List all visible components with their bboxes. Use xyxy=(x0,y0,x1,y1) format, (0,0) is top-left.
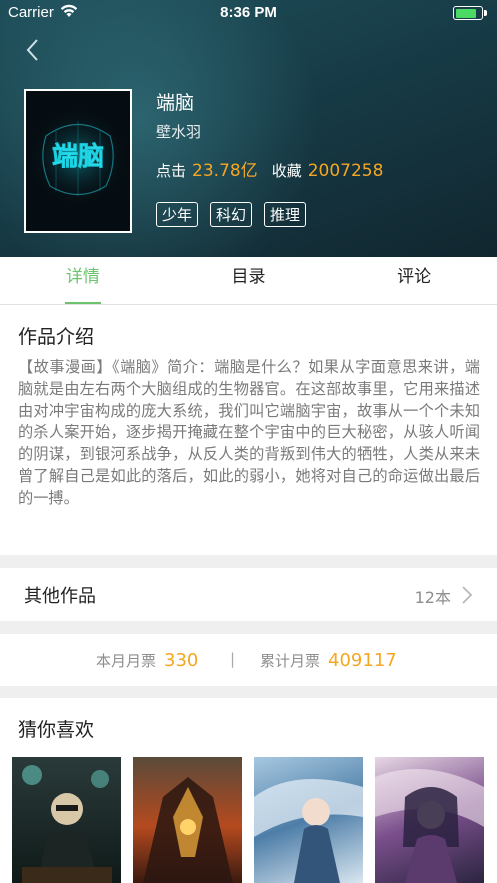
recommend-thumbnail[interactable] xyxy=(375,757,484,883)
book-stats: 点击 23.78亿 收藏 2007258 xyxy=(156,156,397,181)
cover-title: 端脑 xyxy=(52,142,104,172)
tab-details[interactable]: 详情 xyxy=(0,257,166,304)
thumbnail-art xyxy=(22,765,112,883)
book-author[interactable]: 壁水羽 xyxy=(156,121,201,142)
cover-art: 端脑 xyxy=(26,91,130,231)
back-icon[interactable] xyxy=(20,36,48,64)
clicks-value: 23.78亿 xyxy=(192,161,258,181)
intro-heading: 作品介绍 xyxy=(18,326,95,348)
tag[interactable]: 科幻 xyxy=(210,202,253,227)
total-label: 累计月票 xyxy=(260,652,321,670)
total-value: 409117 xyxy=(328,650,397,671)
recommend-thumbnail[interactable] xyxy=(254,757,363,883)
recommend-section: 猜你喜欢 xyxy=(0,698,497,883)
book-cover: 端脑 xyxy=(24,89,132,233)
status-bar: Carrier 8:36 PM xyxy=(0,0,497,26)
other-works-count: 12本 xyxy=(414,588,451,607)
favorites-value: 2007258 xyxy=(307,161,384,181)
chevron-right-icon xyxy=(462,586,473,604)
favorites-label: 收藏 xyxy=(271,162,302,180)
this-month-value: 330 xyxy=(164,650,199,671)
thumbnail-art xyxy=(254,779,363,883)
monthly-tickets: 本月月票 330 | 累计月票 409117 xyxy=(0,634,497,686)
thumbnail-art xyxy=(143,777,233,883)
intro-section: 作品介绍 【故事漫画】《端脑》简介：端脑是什么？如果从字面意思来讲，端脑就是由左… xyxy=(0,305,497,555)
tab-bar: 详情 目录 评论 xyxy=(0,257,497,305)
book-title: 端脑 xyxy=(156,92,195,114)
tab-chapters[interactable]: 目录 xyxy=(166,257,332,304)
this-month-label: 本月月票 xyxy=(96,652,157,670)
book-header: Carrier 8:36 PM 端脑 端脑 壁水羽 点击 23.78亿 收藏 2… xyxy=(0,0,497,257)
clock: 8:36 PM xyxy=(220,4,277,21)
clicks-label: 点击 xyxy=(156,162,187,180)
divider: | xyxy=(230,650,236,668)
other-works-label: 其他作品 xyxy=(24,586,96,607)
recommend-thumbnail[interactable] xyxy=(12,757,121,883)
genre-tags: 少年 科幻 推理 xyxy=(156,202,307,227)
this-month-tickets: 本月月票 330 xyxy=(96,650,198,671)
other-works-row[interactable]: 其他作品 12本 xyxy=(0,568,497,621)
tag[interactable]: 推理 xyxy=(264,202,307,227)
total-tickets: 累计月票 409117 xyxy=(260,650,397,671)
intro-text: 【故事漫画】《端脑》简介：端脑是什么？如果从字面意思来讲，端脑就是由左右两个大脑… xyxy=(18,358,480,507)
thumbnail-art xyxy=(375,769,484,883)
tab-comments[interactable]: 评论 xyxy=(331,257,497,304)
recommend-thumbnail[interactable] xyxy=(133,757,242,883)
tag[interactable]: 少年 xyxy=(156,202,199,227)
battery-icon xyxy=(453,6,487,20)
recommend-heading: 猜你喜欢 xyxy=(18,719,95,741)
